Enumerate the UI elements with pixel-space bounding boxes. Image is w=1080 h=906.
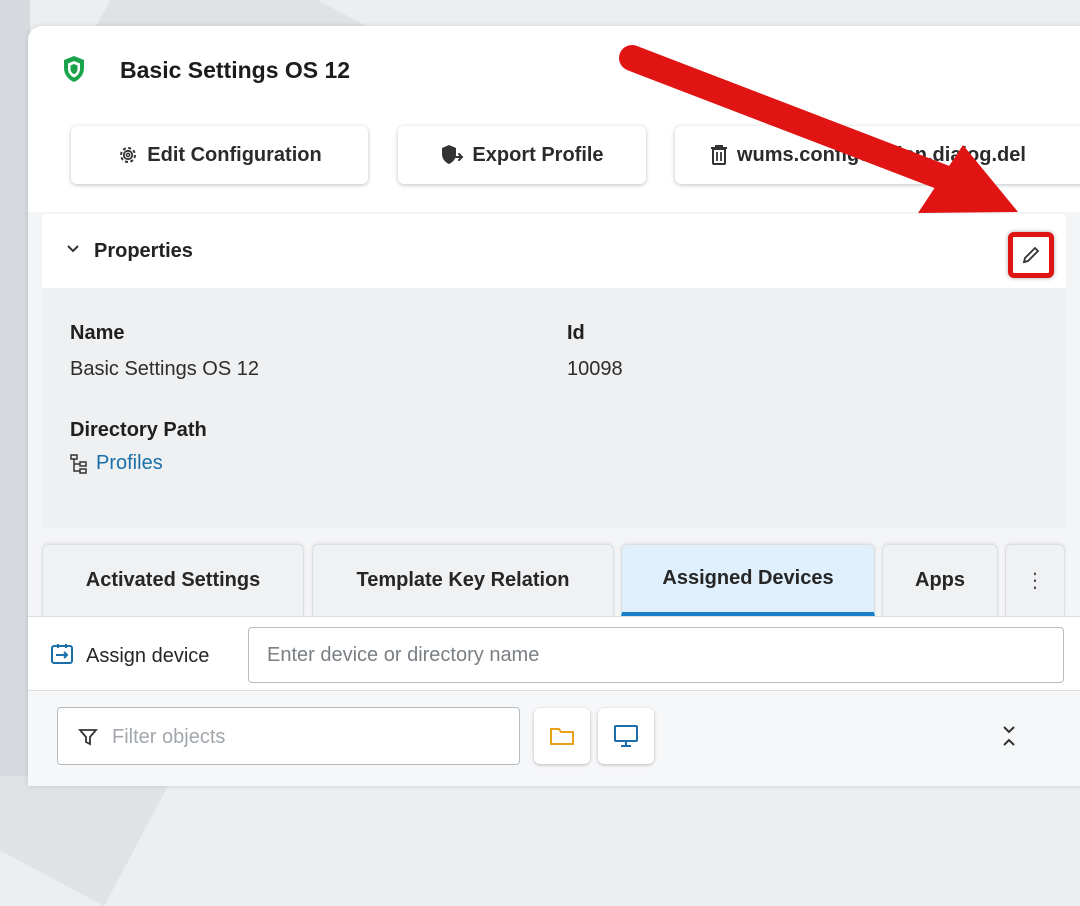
directory-path-value: Profiles xyxy=(96,452,163,474)
shield-icon xyxy=(64,56,84,82)
profile-panel: Basic Settings OS 12 Edit Configuration … xyxy=(28,26,1080,786)
background-edge xyxy=(0,0,30,776)
delete-configuration-button[interactable]: wums.configuration.dialog.del xyxy=(675,126,1080,184)
edit-configuration-button[interactable]: Edit Configuration xyxy=(71,126,368,184)
directory-path-link[interactable]: Profiles xyxy=(70,452,163,475)
filter-field[interactable] xyxy=(57,707,520,765)
export-profile-label: Export Profile xyxy=(472,143,604,166)
collapse-icon[interactable] xyxy=(1002,724,1016,748)
edit-configuration-label: Edit Configuration xyxy=(147,143,322,166)
tab-bar: Activated Settings Template Key Relation… xyxy=(42,544,1066,616)
assign-device-row: Assign device xyxy=(28,616,1080,691)
shield-export-icon xyxy=(442,145,464,164)
monitor-icon xyxy=(614,725,638,747)
name-label: Name xyxy=(70,322,125,344)
tab-apps[interactable]: Apps xyxy=(882,544,998,616)
chevron-down-icon[interactable] xyxy=(66,242,80,256)
filter-bar xyxy=(28,690,1080,786)
delete-configuration-label: wums.configuration.dialog.del xyxy=(737,143,1026,166)
edit-properties-button[interactable] xyxy=(1008,232,1054,278)
assign-device-input[interactable] xyxy=(248,627,1064,683)
id-label: Id xyxy=(567,322,585,344)
tab-assigned-devices[interactable]: Assigned Devices xyxy=(621,544,875,616)
tab-activated-settings[interactable]: Activated Settings xyxy=(42,544,304,616)
page-title: Basic Settings OS 12 xyxy=(120,57,351,83)
action-toolbar: Edit Configuration Export Profile wums.c… xyxy=(28,112,1080,212)
directory-path-label: Directory Path xyxy=(70,419,207,441)
assign-device-label: Assign device xyxy=(86,645,210,667)
tab-template-key-relation[interactable]: Template Key Relation xyxy=(312,544,614,616)
properties-header[interactable]: Properties xyxy=(42,214,1066,288)
filter-icon xyxy=(78,729,98,746)
gear-icon xyxy=(120,147,137,163)
pencil-icon xyxy=(1022,246,1040,264)
folder-filter-button[interactable] xyxy=(534,708,590,764)
folder-icon xyxy=(550,728,574,745)
assign-device-icon[interactable] xyxy=(50,643,74,665)
export-profile-button[interactable]: Export Profile xyxy=(398,126,646,184)
filter-input[interactable] xyxy=(110,716,514,758)
properties-title: Properties xyxy=(94,240,193,262)
id-value: 10098 xyxy=(567,358,623,380)
page-header: Basic Settings OS 12 xyxy=(28,26,1080,112)
device-filter-button[interactable] xyxy=(598,708,654,764)
trash-icon xyxy=(711,145,727,165)
tree-icon xyxy=(70,453,87,474)
name-value: Basic Settings OS 12 xyxy=(70,358,259,380)
properties-section: Properties Name Basic Settings OS 12 Id … xyxy=(42,214,1066,528)
tab-more-menu[interactable]: ⋮ xyxy=(1005,544,1065,616)
